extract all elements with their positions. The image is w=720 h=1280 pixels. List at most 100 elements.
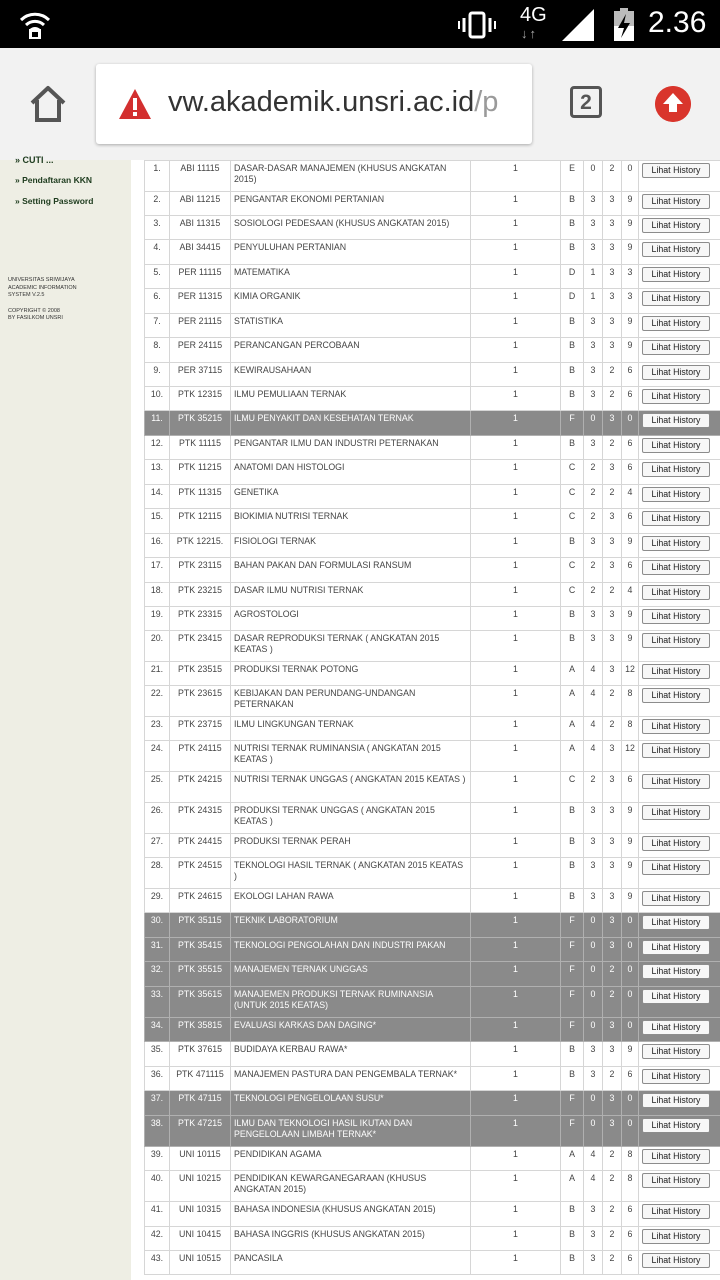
lihat-history-button[interactable]: Lihat History (642, 585, 710, 600)
course-grade-point: 3 (583, 215, 603, 240)
lihat-history-button[interactable]: Lihat History (642, 1149, 710, 1164)
lihat-history-button[interactable]: Lihat History (642, 1069, 710, 1084)
lihat-history-button[interactable]: Lihat History (642, 163, 710, 178)
course-credits: 3 (602, 1115, 622, 1147)
lihat-history-button[interactable]: Lihat History (642, 891, 710, 906)
course-credits: 3 (602, 337, 622, 363)
course-code: PER 11315 (169, 288, 231, 314)
course-grade: A (560, 661, 584, 686)
history-cell: Lihat History (638, 533, 720, 558)
table-row: 19. PTK 23315 AGROSTOLOGI 1 B 3 3 9 Lihat Histor… (144, 606, 720, 631)
lihat-history-button[interactable]: Lihat History (642, 194, 710, 209)
course-sks: 1 (470, 630, 561, 662)
course-grade: B (560, 191, 584, 216)
lihat-history-button[interactable]: Lihat History (642, 560, 710, 575)
lihat-history-button[interactable]: Lihat History (642, 1229, 710, 1244)
course-no: 30. (144, 912, 170, 938)
course-score: 0 (621, 961, 639, 987)
course-grade: B (560, 313, 584, 338)
lihat-history-button[interactable]: Lihat History (642, 805, 710, 820)
lihat-history-button[interactable]: Lihat History (642, 609, 710, 624)
lihat-history-button[interactable]: Lihat History (642, 915, 710, 930)
lihat-history-button[interactable]: Lihat History (642, 340, 710, 355)
main-content: 1. ABI 11115 DASAR-DASAR MANAJEMEN (KHUSUS… (131, 160, 720, 1280)
lihat-history-button[interactable]: Lihat History (642, 1253, 710, 1268)
warning-icon[interactable] (118, 88, 152, 120)
course-grade: B (560, 533, 584, 558)
update-icon[interactable] (655, 86, 691, 122)
lihat-history-button[interactable]: Lihat History (642, 536, 710, 551)
lihat-history-button[interactable]: Lihat History (642, 633, 710, 648)
course-name: BIOKIMIA NUTRISI TERNAK (230, 508, 471, 534)
course-code: ABI 34415 (169, 239, 231, 265)
lihat-history-button[interactable]: Lihat History (642, 511, 710, 526)
lihat-history-button[interactable]: Lihat History (642, 462, 710, 477)
sidebar-link-pendaftaran-kkn[interactable]: » Pendaftaran KKN (15, 175, 92, 185)
table-row: 28. PTK 24515 TEKNOLOGI HASIL TERNAK ( ANG… (144, 857, 720, 889)
lihat-history-button[interactable]: Lihat History (642, 860, 710, 875)
history-cell: Lihat History (638, 937, 720, 962)
lihat-history-button[interactable]: Lihat History (642, 1173, 710, 1188)
lihat-history-button[interactable]: Lihat History (642, 940, 710, 955)
lihat-history-button[interactable]: Lihat History (642, 316, 710, 331)
lihat-history-button[interactable]: Lihat History (642, 242, 710, 257)
table-row: 5. PER 11115 MATEMATIKA 1 D 1 3 3 Lihat History (144, 264, 720, 289)
url-bar[interactable]: vw.akademik.unsri.ac.id/p (96, 64, 532, 144)
lihat-history-button[interactable]: Lihat History (642, 291, 710, 306)
course-code: UNI 10115 (169, 1146, 231, 1171)
course-code: ABI 11215 (169, 191, 231, 216)
course-code: PTK 24415 (169, 833, 231, 858)
lihat-history-button[interactable]: Lihat History (642, 664, 710, 679)
course-name: STATISTIKA (230, 313, 471, 338)
table-row: 11. PTK 35215 ILMU PENYAKIT DAN KESEHATAN … (144, 410, 720, 436)
history-cell: Lihat History (638, 1146, 720, 1171)
course-grade: B (560, 1041, 584, 1067)
course-no: 27. (144, 833, 170, 858)
course-code: PTK 24515 (169, 857, 231, 889)
lihat-history-button[interactable]: Lihat History (642, 1020, 710, 1035)
lihat-history-button[interactable]: Lihat History (642, 688, 710, 703)
lihat-history-button[interactable]: Lihat History (642, 1204, 710, 1219)
course-sks: 1 (470, 857, 561, 889)
course-code: PTK 23415 (169, 630, 231, 662)
history-cell: Lihat History (638, 484, 720, 509)
lihat-history-button[interactable]: Lihat History (642, 267, 710, 282)
lihat-history-button[interactable]: Lihat History (642, 1093, 710, 1108)
course-grade-point: 3 (583, 833, 603, 858)
lihat-history-button[interactable]: Lihat History (642, 964, 710, 979)
sidebar-link-setting-password[interactable]: » Setting Password (15, 196, 93, 206)
course-grade: F (560, 961, 584, 987)
table-row: 16. PTK 12215. FISIOLOGI TERNAK 1 B 3 3 9 Lihat … (144, 533, 720, 558)
lihat-history-button[interactable]: Lihat History (642, 487, 710, 502)
course-score: 9 (621, 606, 639, 631)
course-no: 16. (144, 533, 170, 558)
course-no: 8. (144, 337, 170, 363)
lihat-history-button[interactable]: Lihat History (642, 413, 710, 428)
lihat-history-button[interactable]: Lihat History (642, 1044, 710, 1059)
course-no: 25. (144, 771, 170, 803)
lihat-history-button[interactable]: Lihat History (642, 218, 710, 233)
sidebar-link-cuti[interactable]: » CUTI ... (15, 155, 54, 165)
lihat-history-button[interactable]: Lihat History (642, 1118, 710, 1133)
course-code: PER 21115 (169, 313, 231, 338)
lihat-history-button[interactable]: Lihat History (642, 389, 710, 404)
lihat-history-button[interactable]: Lihat History (642, 719, 710, 734)
tabs-icon[interactable]: 2 (570, 86, 602, 118)
course-grade-point: 3 (583, 435, 603, 460)
lihat-history-button[interactable]: Lihat History (642, 743, 710, 758)
course-sks: 1 (470, 1226, 561, 1251)
lihat-history-button[interactable]: Lihat History (642, 365, 710, 380)
course-name: BAHASA INGGRIS (KHUSUS ANGKATAN 2015) (230, 1226, 471, 1251)
course-no: 28. (144, 857, 170, 889)
table-row: 24. PTK 24115 NUTRISI TERNAK RUMINANSIA ( … (144, 740, 720, 772)
lihat-history-button[interactable]: Lihat History (642, 438, 710, 453)
course-credits: 3 (602, 857, 622, 889)
home-icon[interactable] (28, 84, 68, 124)
lihat-history-button[interactable]: Lihat History (642, 836, 710, 851)
lihat-history-button[interactable]: Lihat History (642, 989, 710, 1004)
course-credits: 3 (602, 630, 622, 662)
course-sks: 1 (470, 685, 561, 717)
course-score: 0 (621, 937, 639, 962)
lihat-history-button[interactable]: Lihat History (642, 774, 710, 789)
course-grade: C (560, 459, 584, 485)
